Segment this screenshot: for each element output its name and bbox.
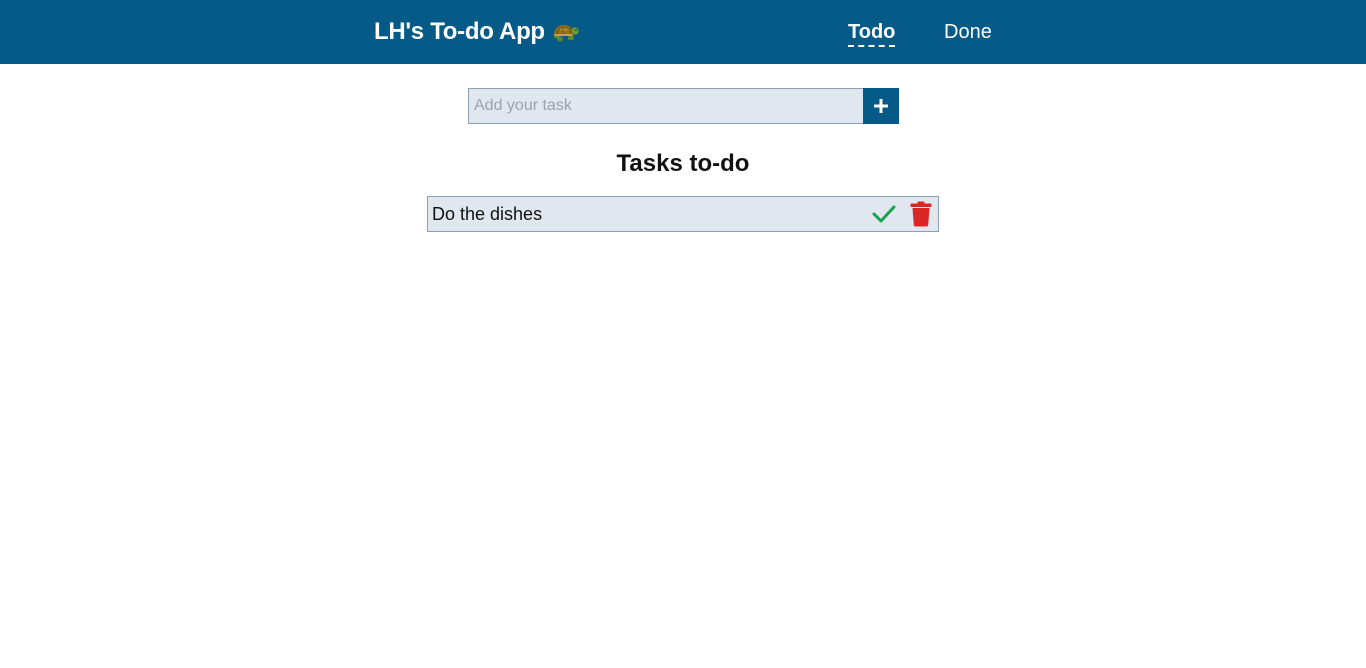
task-item: Do the dishes [427, 196, 939, 232]
plus-icon [874, 99, 888, 113]
add-task-form [468, 88, 899, 124]
app-title: LH's To-do App [374, 18, 545, 45]
nav-link-todo[interactable]: Todo [848, 19, 896, 47]
nav-link-done[interactable]: Done [944, 19, 992, 45]
trash-icon [910, 201, 932, 227]
turtle-icon [551, 21, 579, 43]
navbar: LH's To-do App Todo Done [0, 0, 1366, 64]
complete-task-button[interactable] [870, 200, 898, 228]
delete-task-button[interactable] [907, 200, 935, 228]
add-task-button[interactable] [863, 88, 899, 124]
brand: LH's To-do App [374, 16, 579, 48]
add-task-input[interactable] [468, 88, 863, 124]
checkmark-icon [872, 205, 896, 223]
task-label: Do the dishes [432, 203, 543, 224]
section-title: Tasks to-do [616, 150, 750, 177]
